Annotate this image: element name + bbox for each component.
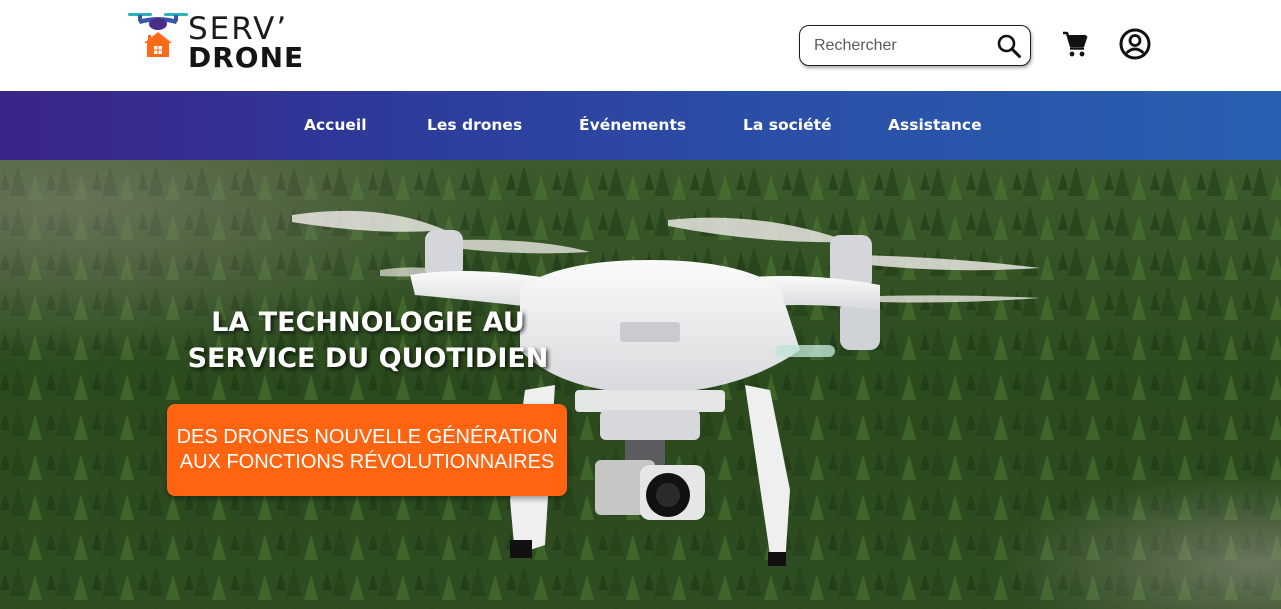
hero-title-line1: LA TECHNOLOGIE AU: [211, 307, 525, 338]
search-icon[interactable]: [996, 33, 1022, 59]
cta-line2: AUX FONCTIONS RÉVOLUTIONNAIRES: [179, 451, 555, 473]
search-box: [799, 25, 1031, 66]
hero-drone-forest-image: [0, 160, 1281, 609]
nav-item-assistance[interactable]: Assistance: [888, 115, 982, 135]
nav-item-la-societe[interactable]: La société: [743, 115, 832, 135]
hero-banner: LA TECHNOLOGIE AU SERVICE DU QUOTIDIEN D…: [0, 160, 1281, 609]
nav-item-accueil[interactable]: Accueil: [304, 115, 367, 135]
main-navigation: Accueil Les drones Événements La société…: [0, 91, 1281, 160]
hero-cta-button[interactable]: DES DRONES NOUVELLE GÉNÉRATION AUX FONCT…: [167, 404, 567, 496]
hero-title: LA TECHNOLOGIE AU SERVICE DU QUOTIDIEN: [168, 305, 568, 377]
nav-item-evenements[interactable]: Événements: [579, 115, 686, 135]
nav-item-les-drones[interactable]: Les drones: [427, 115, 522, 135]
site-header: SERV’ DRONE: [0, 0, 1281, 91]
drone-house-logo-icon: [128, 13, 188, 57]
servdrone-logo[interactable]: SERV’ DRONE: [126, 10, 316, 76]
cta-line1: DES DRONES NOUVELLE GÉNÉRATION: [176, 426, 558, 448]
cart-icon[interactable]: [1061, 30, 1089, 58]
logo-text-drone: DRONE: [188, 41, 305, 74]
search-input[interactable]: [814, 34, 989, 58]
account-icon[interactable]: [1118, 27, 1152, 61]
hero-title-line2: SERVICE DU QUOTIDIEN: [187, 343, 549, 374]
